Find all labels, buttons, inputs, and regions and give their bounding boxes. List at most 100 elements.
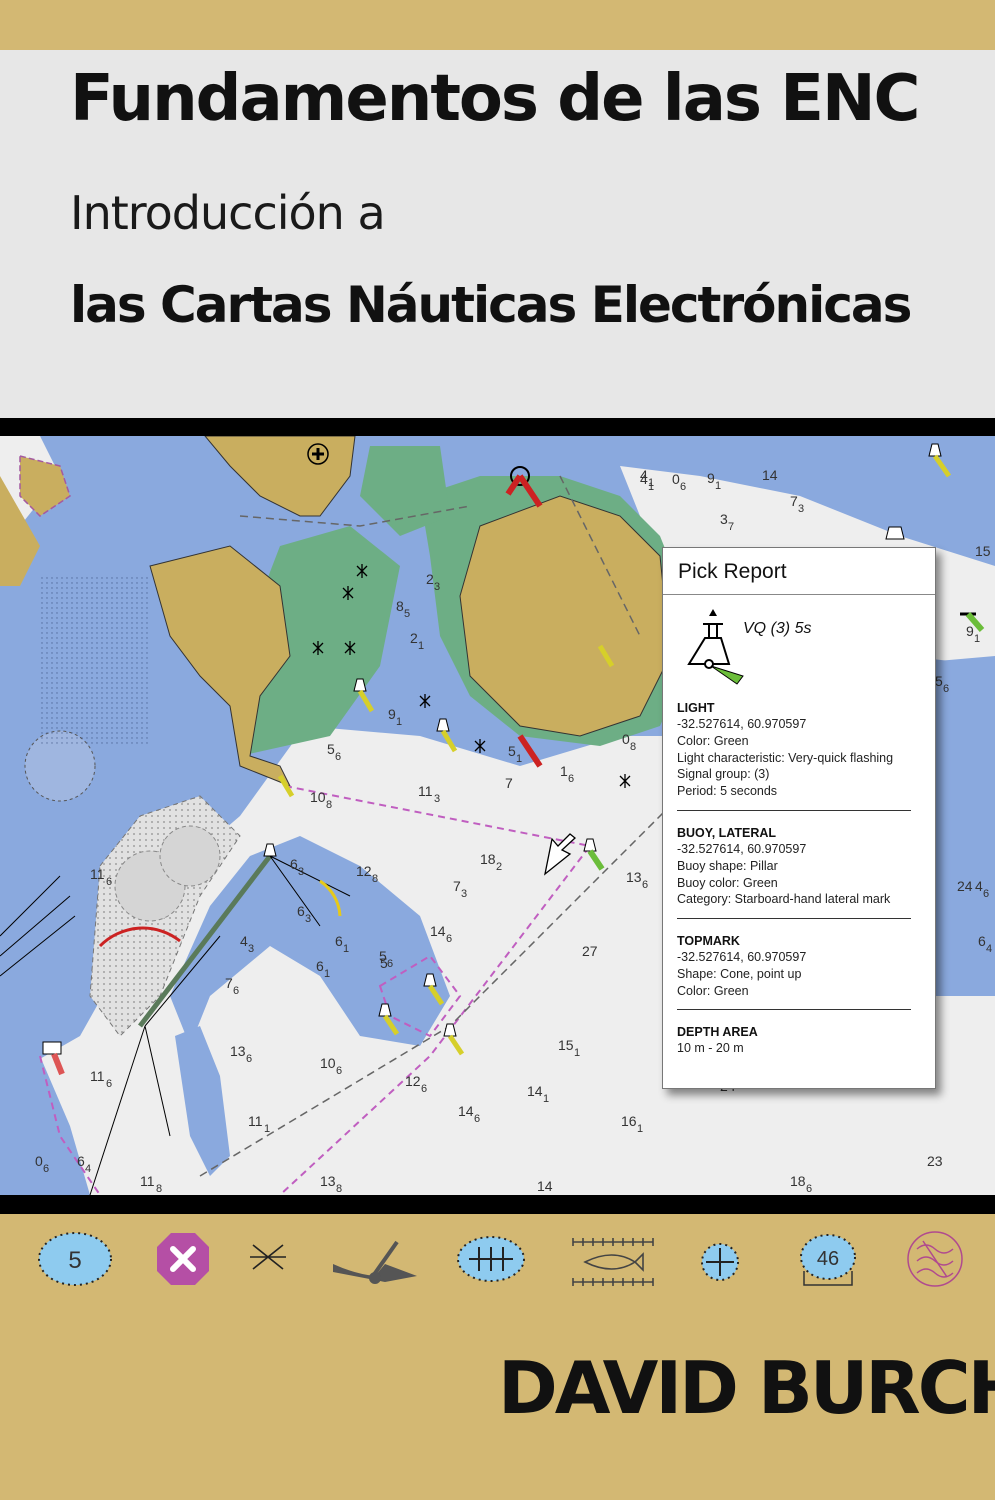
section-line: Light characteristic: Very-quick flashin…	[677, 750, 894, 765]
depth-sounding-decimal: 6	[106, 876, 112, 888]
depth-sounding: 9	[966, 623, 974, 639]
section-heading: TOPMARK	[677, 934, 740, 948]
depth-sounding: 14	[537, 1178, 553, 1194]
depth-sounding: 5	[508, 743, 516, 759]
rock-awash-icon	[250, 1244, 286, 1270]
depth-sounding: 6	[297, 903, 305, 919]
depth-sounding-decimal: 3	[298, 866, 304, 878]
pick-report-divider	[663, 594, 935, 595]
depth-sounding-decimal: 1	[974, 633, 980, 645]
depth-sounding: 7	[225, 975, 233, 991]
depth-sounding-decimal: 2	[496, 861, 502, 873]
light-section: LIGHT -32.527614, 60.970597 Color: Green…	[677, 700, 917, 800]
depth-sounding: 7	[453, 878, 461, 894]
chart-frame-top	[0, 418, 995, 436]
depth-sounding-decimal: 4	[85, 1163, 91, 1175]
shoal-circle-2	[159, 825, 221, 887]
depth-sounding: 27	[582, 943, 598, 959]
depth-sounding-decimal: 6	[943, 683, 949, 695]
depth-sounding: 11	[90, 866, 105, 882]
depth-sounding: 23	[927, 1153, 943, 1169]
depth-sounding-decimal: 1	[324, 968, 330, 980]
depth-sounding: 11	[418, 783, 433, 799]
book-subtitle-line2: las Cartas Náuticas Electrónicas	[70, 276, 912, 334]
depth-sounding: 3	[720, 511, 728, 527]
depth-sounding-decimal: 1	[516, 753, 522, 765]
legend-label: 5	[68, 1247, 81, 1274]
depth-sounding: 0	[622, 731, 630, 747]
section-divider	[677, 810, 911, 811]
depth-sounding-decimal: 6	[680, 481, 686, 493]
nautical-chart[interactable]: 14 9 1 7 3 3 7 15 4 1 0 6 0 8 11 3 10 8 18 2 13 6 27 12 8 14 6 11 6 1…	[0, 436, 995, 1195]
depth-sounding: 14	[527, 1083, 543, 1099]
depth-sounding: 18	[790, 1173, 806, 1189]
depth-sounding-decimal: 8	[326, 799, 332, 811]
wreck-showing-hull-icon	[333, 1240, 417, 1284]
depth-sounding: 0	[35, 1153, 43, 1169]
depth-sounding-decimal: 6	[446, 933, 452, 945]
depth-sounding-decimal: 6	[983, 888, 989, 900]
depth-sounding-decimal: 1	[637, 1123, 643, 1135]
depth-sounding-decimal: 1	[648, 481, 654, 493]
depth-sounding-decimal: 6	[106, 1078, 112, 1090]
depth-sounding: 6	[335, 933, 343, 949]
depth-sounding: 24	[957, 878, 973, 894]
depth-sounding: 9	[707, 470, 715, 486]
depth-sounding-decimal: 1	[264, 1123, 270, 1135]
depth-sounding: 5	[379, 948, 387, 964]
depth-sounding: 13	[626, 869, 642, 885]
depth-sounding: 7	[505, 775, 513, 791]
depth-sounding: 10	[310, 789, 326, 805]
section-line: -32.527614, 60.970597	[677, 717, 807, 731]
depth-sounding-decimal: 3	[305, 913, 311, 925]
depth-sounding-decimal: 3	[248, 943, 254, 955]
section-line: Buoy color: Green	[677, 875, 778, 890]
depth-area-section: DEPTH AREA 10 m - 20 m	[677, 1024, 917, 1057]
section-line: -32.527614, 60.970597	[677, 842, 807, 856]
depth-sounding-decimal: 1	[715, 480, 721, 492]
section-line: Color: Green	[677, 983, 749, 998]
depth-sounding: 11	[90, 1068, 105, 1084]
fish-haven-icon	[572, 1238, 654, 1286]
depth-sounding: 16	[621, 1113, 637, 1129]
depth-sounding-decimal: 6	[336, 1065, 342, 1077]
depth-sounding: 14	[762, 467, 778, 483]
depth-sounding: 14	[458, 1103, 474, 1119]
depth-sounding-decimal: 6	[642, 879, 648, 891]
buoy-lateral-section: BUOY, LATERAL -32.527614, 60.970597 Buoy…	[677, 825, 917, 908]
depth-sounding: 4	[240, 933, 248, 949]
pick-report-panel[interactable]: Pick Report VQ (3) 5s LIGHT -32.527614, …	[662, 547, 936, 1089]
chart-frame-bottom	[0, 1195, 995, 1214]
wreck-dangerous-icon	[457, 1236, 525, 1282]
depth-sounding-decimal: 3	[434, 581, 440, 593]
depth-sounding-decimal: 5	[404, 608, 410, 620]
depth-sounding-decimal: 6	[335, 751, 341, 763]
depth-sounding-decimal: 4	[986, 943, 992, 955]
depth-sounding: 13	[230, 1043, 246, 1059]
pick-report-title: Pick Report	[678, 560, 787, 583]
depth-sounding-decimal: 6	[568, 773, 574, 785]
depth-sounding: 6	[77, 1153, 85, 1169]
depth-sounding: 7	[790, 493, 798, 509]
section-heading: BUOY, LATERAL	[677, 826, 777, 840]
overfalls-icon	[907, 1231, 963, 1287]
depth-sounding-decimal: 6	[387, 958, 393, 970]
depth-sounding: 8	[396, 598, 404, 614]
section-line: Buoy shape: Pillar	[677, 858, 778, 873]
depth-sounding: 13	[320, 1173, 336, 1189]
depth-sounding: 0	[672, 471, 680, 487]
top-color-band	[0, 0, 995, 50]
depth-sounding: 5	[935, 673, 943, 689]
depth-sounding: 2	[410, 630, 418, 646]
depth-sounding-decimal: 8	[336, 1183, 342, 1195]
topmark-section: TOPMARK -32.527614, 60.970597 Shape: Con…	[677, 933, 917, 999]
depth-sounding-decimal: 6	[421, 1083, 427, 1095]
depth-sounding: 2	[426, 571, 434, 587]
depth-sounding: 12	[356, 863, 372, 879]
depth-sounding-decimal: 6	[43, 1163, 49, 1175]
section-line: Category: Starboard-hand lateral mark	[677, 892, 891, 907]
depth-sounding-decimal: 6	[246, 1053, 252, 1065]
section-line: 10 m - 20 m	[677, 1041, 744, 1055]
depth-sounding-decimal: 1	[396, 716, 402, 728]
depth-sounding: 12	[405, 1073, 421, 1089]
